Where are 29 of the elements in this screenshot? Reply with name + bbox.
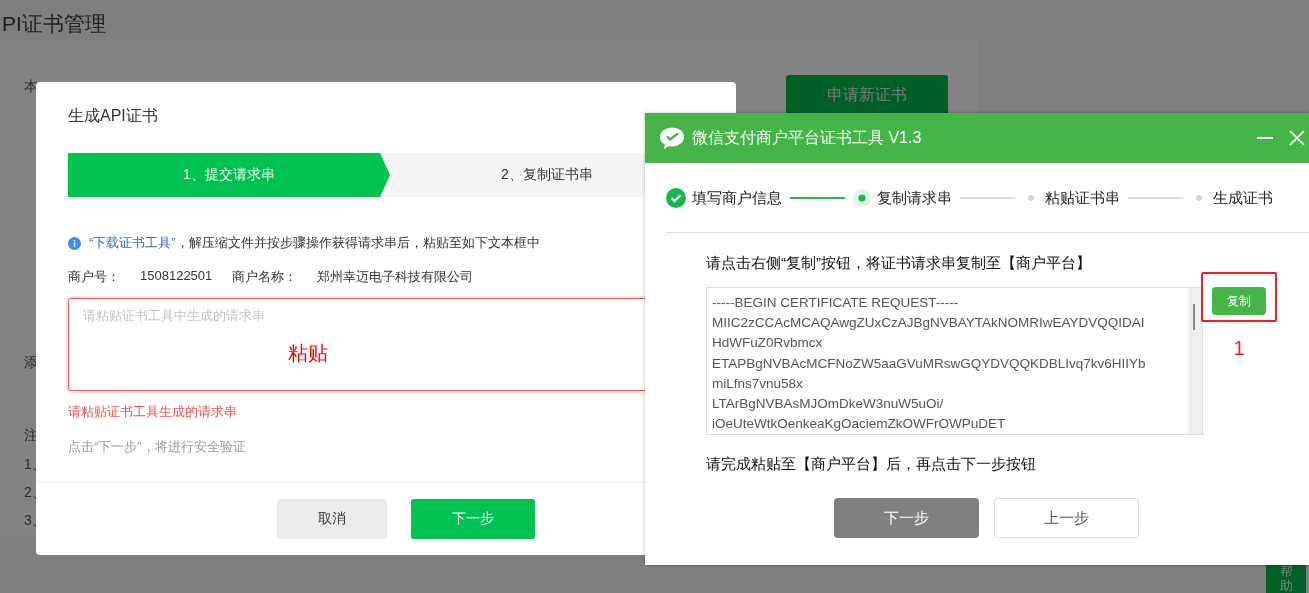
request-line: ETAPBgNVBAcMCFNoZW5aaGVuMRswGQYDVQQKDBLIvq7kv6HIIYb	[712, 354, 1147, 373]
step-label: 粘贴证书串	[1045, 188, 1120, 208]
annotation-number: 1	[1233, 337, 1245, 360]
background-label: 1、	[24, 456, 38, 474]
merchant-id: 1508122501	[140, 268, 213, 285]
instruction-text: 请点击右侧“复制”按钮，将证书请求串复制至【商户平台】	[706, 254, 1092, 273]
request-line: iOeUteWtkOenkeaKgOaciemZkOWFrOWPuDET	[712, 415, 1007, 434]
merchant-id-label: 商户号：	[68, 268, 120, 286]
background-label: 本	[24, 78, 38, 96]
request-line: MIIC2zCCAcMCAQAwgZUxCzAJBgNVBAYTAkNOMRIwEAYDVQQIDAI	[712, 314, 1146, 333]
dialog-title: 生成API证书	[68, 107, 158, 124]
request-line: -----BEGIN CERTIFICATE REQUEST-----	[712, 294, 960, 312]
background-label: 2、	[24, 484, 38, 502]
background-label: 注	[24, 427, 38, 445]
window-title: 微信支付商户平台证书工具 V1.3	[692, 127, 922, 148]
step: 1、提交请求串	[68, 153, 390, 197]
request-line: HdWFuZ0Rvbmcx	[712, 334, 824, 353]
info-text: “下载证书工具”，解压缩文件并按步骤操作获得请求串后，粘贴至如下文本框中	[89, 234, 540, 252]
annotation-text: 粘贴	[288, 341, 328, 366]
background-label: 3、	[24, 512, 38, 530]
error-message: 请粘贴证书工具生成的请求串	[68, 403, 238, 421]
merchant-name-label: 商户名称：	[232, 268, 298, 286]
step-label: 生成证书	[1213, 188, 1273, 208]
note-text: 请完成粘贴至【商户平台】后，再点击下一步按钮	[706, 455, 1037, 474]
request-line: LTArBgNVBAsMJOmDkeW3nuW5uOi/	[712, 395, 945, 413]
page-title: PI证书管理	[2, 11, 107, 37]
request-line: miLfns7vnu58x	[712, 374, 804, 393]
step-label: 复制请求串	[877, 188, 952, 208]
merchant-name: 郑州幸迈电子科技有限公司	[317, 268, 474, 286]
